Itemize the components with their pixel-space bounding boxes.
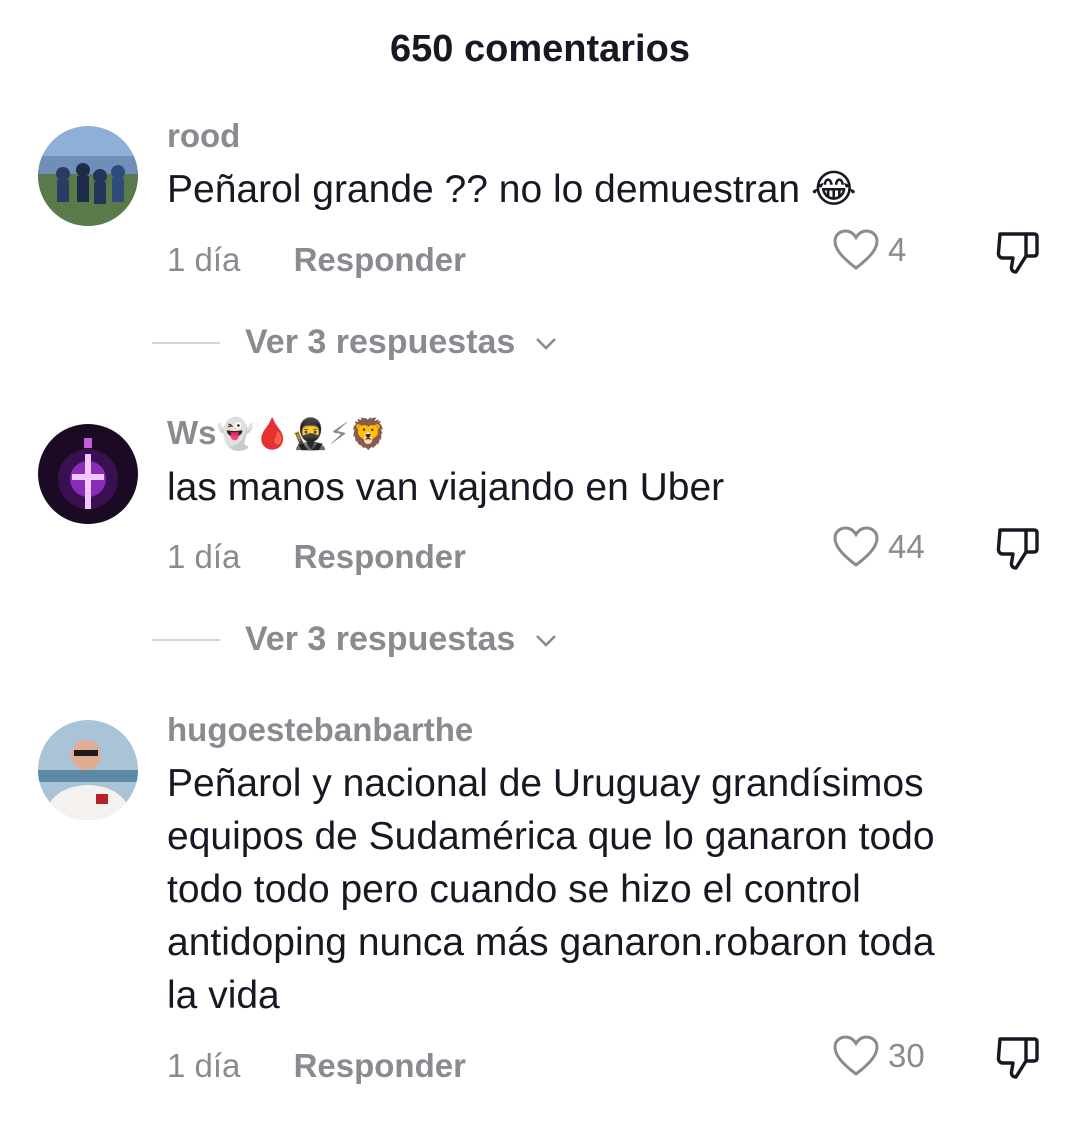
heart-outline-icon [833,1035,879,1076]
comment-text: Peñarol y nacional de Uruguay grandísimo… [167,762,935,1017]
comment-time: 1 día [167,241,241,278]
thumbs-down-outline-icon [996,528,1039,570]
reply-button[interactable]: Responder [294,1047,466,1084]
like-count: 30 [888,1037,925,1074]
chevron-down-icon [535,338,556,350]
dislike-button[interactable] [992,226,1044,278]
avatar-image [38,720,138,820]
comment-username[interactable]: Ws👻🩸🥷⚡🦁 [167,413,387,455]
view-replies-row: Ver 3 respuestas [0,619,1080,659]
avatar[interactable] [38,126,138,226]
comment-username[interactable]: hugoestebanbarthe [167,710,473,750]
username-text: hugoestebanbarthe [167,711,474,748]
divider-line [152,342,220,344]
view-replies-button[interactable]: Ver 3 respuestas [245,619,557,659]
view-replies-label: Ver 3 respuestas [245,620,516,658]
like-count: 4 [888,231,907,268]
reply-button[interactable]: Responder [294,538,466,575]
chevron-down-icon [535,635,556,647]
comment-text: las manos van viajando en Uber [167,466,725,509]
comment-time: 1 día [167,1047,241,1084]
like-count: 44 [888,528,925,565]
avatar-image [38,126,138,226]
username-text: Ws [167,414,217,451]
reply-button[interactable]: Responder [294,241,466,278]
comments-count-title: 650 comentarios [390,28,690,70]
avatar-image [38,424,138,524]
username-emojis: 👻🩸🥷⚡🦁 [216,418,387,451]
avatar[interactable] [38,424,138,524]
dislike-button[interactable] [992,1031,1044,1083]
view-replies-label: Ver 3 respuestas [245,323,516,361]
thumbs-down-outline-icon [996,232,1039,274]
username-text: rood [167,117,241,154]
comment-meta: 1 día Responder [167,1046,466,1086]
like-button[interactable]: 30 [832,1034,925,1078]
view-replies-button[interactable]: Ver 3 respuestas [245,322,557,362]
comment-meta: 1 día Responder [167,537,466,577]
avatar[interactable] [38,720,138,820]
dislike-button[interactable] [992,522,1044,574]
heart-outline-icon [833,229,879,270]
comment-username[interactable]: rood [167,116,240,156]
view-replies-row: Ver 3 respuestas [0,322,1080,362]
thumbs-down-outline-icon [996,1037,1039,1079]
comment-time: 1 día [167,538,241,575]
divider-line [152,639,220,641]
comment-meta: 1 día Responder [167,240,466,280]
like-button[interactable]: 44 [832,525,925,569]
like-button[interactable]: 4 [832,228,906,272]
comment-text: Peñarol grande ?? no lo demuestran 😂 [167,168,857,211]
heart-outline-icon [833,526,879,567]
